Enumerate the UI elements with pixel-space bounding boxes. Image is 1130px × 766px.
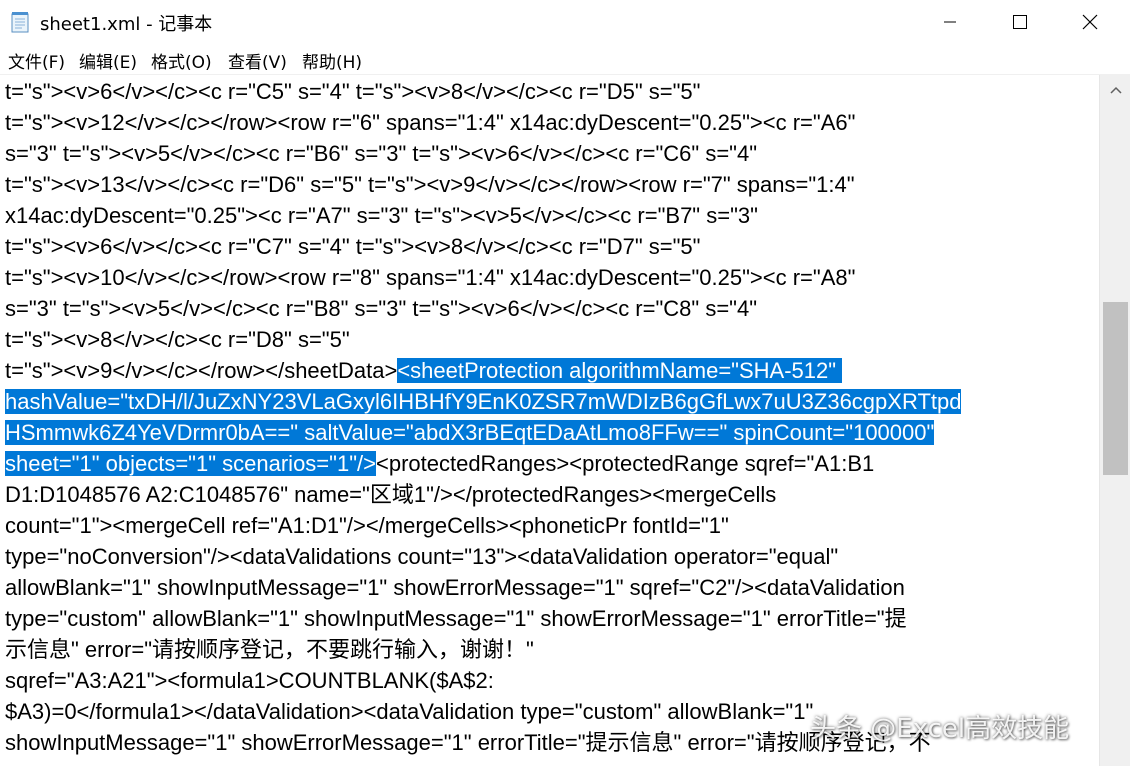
text-line: t="s"><v>12</v></c></row><row r="6" span… — [5, 107, 855, 138]
line-text: t="s"><v>9</v></c></row></sheetData> — [5, 358, 398, 383]
maximize-button[interactable] — [990, 0, 1050, 44]
menu-help[interactable]: 帮助(H) — [302, 48, 362, 73]
text-line: $A3)=0</formula1></dataValidation><dataV… — [5, 696, 813, 727]
watermark: 头条 @Excel高效技能 — [810, 714, 1070, 744]
line-text: 示信息" error="请按顺序登记，不要跳行输入，谢谢！" — [5, 637, 534, 662]
selected-text: hashValue="txDH/l/JuZxNY23VLaGxyl6IHBHfY… — [5, 389, 962, 414]
menu-view[interactable]: 查看(V) — [228, 48, 287, 73]
line-text: D1:D1048576 A2:C1048576" name="区域1"/></p… — [5, 482, 777, 507]
line-text: $A3)=0</formula1></dataValidation><dataV… — [5, 699, 814, 724]
maximize-icon — [1013, 15, 1027, 29]
scroll-up-button[interactable] — [1100, 75, 1130, 105]
line-text: t="s"><v>6</v></c><c r="C7" s="4" t="s">… — [5, 234, 701, 259]
minimize-button[interactable] — [920, 0, 980, 44]
selected-text: <sheetProtection algorithmName="SHA-512" — [397, 358, 843, 383]
line-text: type="noConversion"/><dataValidations co… — [5, 544, 839, 569]
menu-file[interactable]: 文件(F) — [8, 48, 65, 73]
line-text: t="s"><v>13</v></c><c r="D6" s="5" t="s"… — [5, 172, 855, 197]
line-text: sqref="A3:A21"><formula1>COUNTBLANK($A$2… — [5, 668, 494, 693]
line-text: t="s"><v>10</v></c></row><row r="8" span… — [5, 265, 856, 290]
text-line: x14ac:dyDescent="0.25"><c r="A7" s="3" t… — [5, 200, 758, 231]
text-line: s="3" t="s"><v>5</v></c><c r="B8" s="3" … — [5, 293, 757, 324]
menu-format[interactable]: 格式(O) — [151, 48, 212, 73]
line-text: type="custom" allowBlank="1" showInputMe… — [5, 606, 907, 631]
menu-bar: 文件(F) 编辑(E) 格式(O) 查看(V) 帮助(H) — [0, 44, 1130, 75]
line-text: t="s"><v>12</v></c></row><row r="6" span… — [5, 110, 856, 135]
line-text: x14ac:dyDescent="0.25"><c r="A7" s="3" t… — [5, 203, 758, 228]
line-text: <protectedRanges><protectedRange sqref="… — [375, 451, 875, 476]
line-text: allowBlank="1" showInputMessage="1" show… — [5, 575, 905, 600]
window-title: sheet1.xml - 记事本 — [40, 14, 213, 35]
text-line: sheet="1" objects="1" scenarios="1"/><pr… — [5, 448, 874, 479]
text-line: t="s"><v>10</v></c></row><row r="8" span… — [5, 262, 855, 293]
close-icon — [1082, 14, 1098, 30]
text-line: s="3" t="s"><v>5</v></c><c r="B6" s="3" … — [5, 138, 757, 169]
text-line: D1:D1048576 A2:C1048576" name="区域1"/></p… — [5, 479, 776, 510]
line-text: s="3" t="s"><v>5</v></c><c r="B6" s="3" … — [5, 141, 758, 166]
text-line: t="s"><v>13</v></c><c r="D6" s="5" t="s"… — [5, 169, 855, 200]
text-line: HSmmwk6Z4YeVDrmr0bA==" saltValue="abdX3r… — [5, 417, 935, 448]
selected-text: sheet="1" objects="1" scenarios="1"/> — [5, 451, 376, 476]
selected-text: HSmmwk6Z4YeVDrmr0bA==" saltValue="abdX3r… — [5, 420, 935, 445]
text-line: t="s"><v>6</v></c><c r="C7" s="4" t="s">… — [5, 231, 700, 262]
notepad-icon — [11, 12, 29, 33]
close-button[interactable] — [1060, 0, 1120, 44]
text-line: type="custom" allowBlank="1" showInputMe… — [5, 603, 907, 634]
text-line: allowBlank="1" showInputMessage="1" show… — [5, 572, 905, 603]
menu-edit[interactable]: 编辑(E) — [79, 48, 137, 73]
text-line: showInputMessage="1" showErrorMessage="1… — [5, 727, 931, 758]
minimize-icon — [944, 21, 956, 23]
vertical-scrollbar[interactable] — [1099, 75, 1130, 766]
text-line: type="noConversion"/><dataValidations co… — [5, 541, 838, 572]
text-line: count="1"><mergeCell ref="A1:D1"/></merg… — [5, 510, 729, 541]
text-line: t="s"><v>6</v></c><c r="C5" s="4" t="s">… — [5, 76, 700, 107]
title-bar: sheet1.xml - 记事本 — [0, 0, 1130, 44]
text-line: t="s"><v>9</v></c></row></sheetData><she… — [5, 355, 843, 386]
line-text: showInputMessage="1" showErrorMessage="1… — [5, 730, 931, 755]
chevron-up-icon — [1109, 86, 1122, 94]
text-line: 示信息" error="请按顺序登记，不要跳行输入，谢谢！" — [5, 634, 534, 665]
line-text: count="1"><mergeCell ref="A1:D1"/></merg… — [5, 513, 729, 538]
line-text: s="3" t="s"><v>5</v></c><c r="B8" s="3" … — [5, 296, 758, 321]
text-line: sqref="A3:A21"><formula1>COUNTBLANK($A$2… — [5, 665, 494, 696]
scroll-thumb[interactable] — [1103, 302, 1128, 475]
line-text: t="s"><v>6</v></c><c r="C5" s="4" t="s">… — [5, 79, 701, 104]
text-line: t="s"><v>8</v></c><c r="D8" s="5" — [5, 324, 350, 355]
text-editor[interactable]: t="s"><v>6</v></c><c r="C5" s="4" t="s">… — [0, 75, 1099, 766]
text-line: hashValue="txDH/l/JuZxNY23VLaGxyl6IHBHfY… — [5, 386, 962, 417]
line-text: t="s"><v>8</v></c><c r="D8" s="5" — [5, 327, 350, 352]
